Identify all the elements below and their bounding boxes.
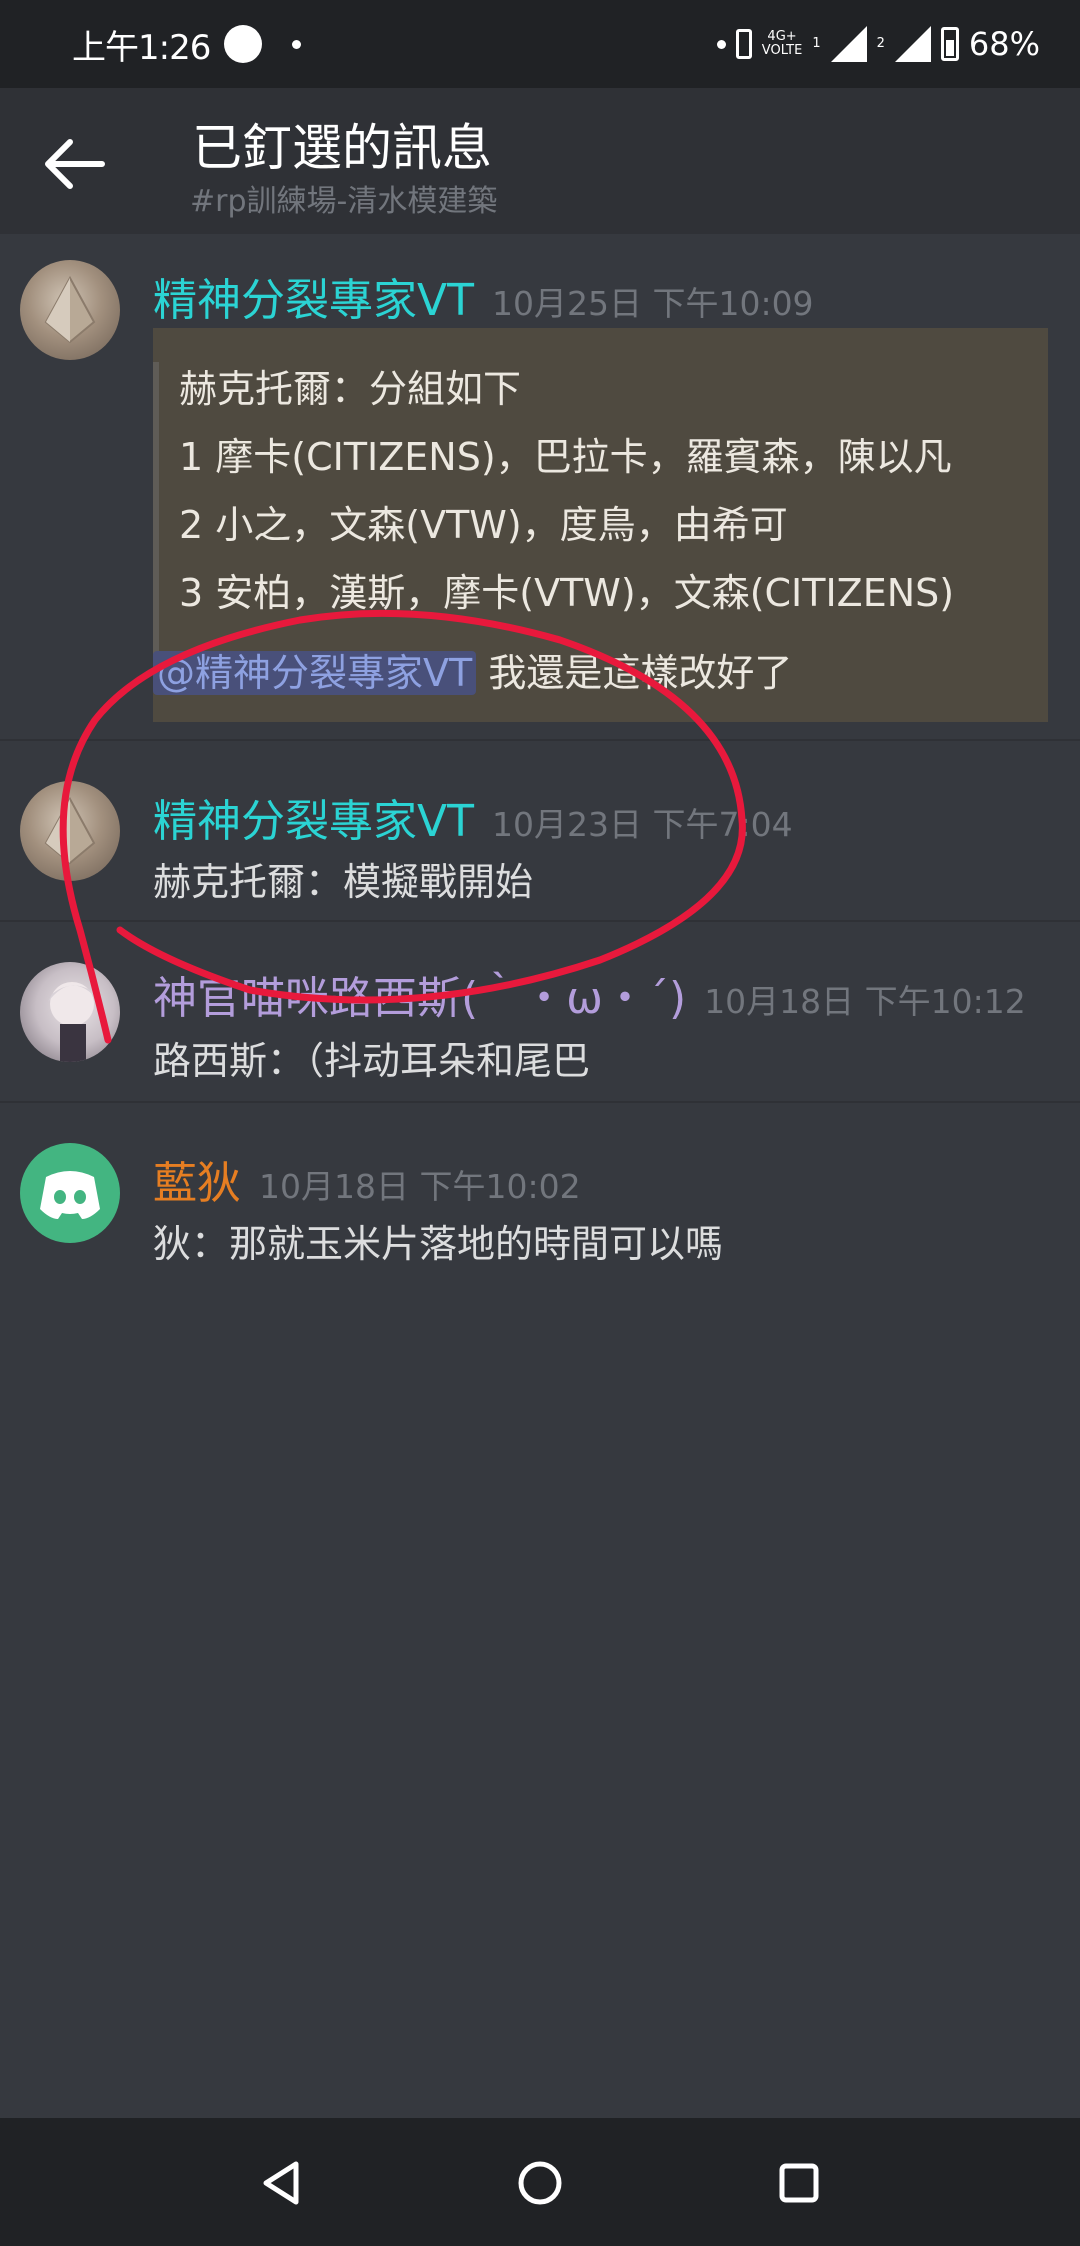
message-author[interactable]: 精神分裂專家VT 10月25日 下午10:09	[153, 264, 814, 328]
message-text: 狄：那就玉米片落地的時間可以嗎	[153, 1222, 724, 1266]
username[interactable]: 神官喵咪路西斯(｀・ω・´)	[153, 973, 686, 1024]
message-author[interactable]: 神官喵咪路西斯(｀・ω・´) 10月18日 下午10:12	[153, 962, 1026, 1026]
username[interactable]: 藍狄	[153, 1158, 241, 1209]
message-text: 赫克托爾：模擬戰開始	[153, 860, 534, 904]
quote-bar	[153, 362, 159, 662]
small-dot-icon	[716, 39, 726, 49]
page-title: 已釘選的訊息	[192, 119, 492, 177]
quote-line: 1 摩卡(CITIZENS)，巴拉卡，羅賓森，陳以凡	[179, 435, 952, 479]
battery-icon	[940, 27, 959, 61]
network-type: 4G+	[767, 29, 797, 44]
pinned-message[interactable]: 藍狄 10月18日 下午10:02 狄：那就玉米片落地的時間可以嗎	[0, 1103, 1080, 1303]
navigation-bar	[0, 2118, 1080, 2246]
message-author[interactable]: 精神分裂專家VT 10月23日 下午7:04	[153, 785, 793, 849]
battery-percent: 68%	[968, 25, 1040, 63]
pinned-message[interactable]: 精神分裂專家VT 10月23日 下午7:04 赫克托爾：模擬戰開始	[0, 741, 1080, 921]
status-icons: 4G+ VOLTE 1 2 68%	[716, 25, 1040, 63]
stone-sculpture-image	[44, 275, 96, 344]
quote-line: 2 小之，文森(VTW)，度鳥，由希可	[179, 503, 788, 547]
sim1-label: 1	[812, 36, 821, 51]
sim2-label: 2	[876, 36, 885, 51]
message-text: 路西斯：（抖动耳朵和尾巴	[153, 1039, 591, 1083]
notification-dot-icon	[224, 25, 263, 63]
message-text: 我還是這樣改好了	[488, 651, 793, 695]
square-recents-icon[interactable]	[762, 2146, 836, 2220]
status-time: 上午1:26	[72, 27, 211, 68]
status-bar: 上午1:26 4G+ VOLTE 1 2 68%	[0, 0, 1080, 88]
arrow-left-icon[interactable]	[40, 134, 110, 194]
username[interactable]: 精神分裂專家VT	[153, 275, 474, 326]
quote-line: 赫克托爾：分組如下	[179, 367, 522, 411]
timestamp: 10月18日 下午10:12	[704, 982, 1026, 1021]
username[interactable]: 精神分裂專家VT	[153, 796, 474, 847]
message-quote-block: 赫克托爾：分組如下 1 摩卡(CITIZENS)，巴拉卡，羅賓森，陳以凡 2 小…	[153, 328, 1048, 722]
avatar[interactable]	[20, 962, 120, 1062]
user-mention[interactable]: @精神分裂專家VT	[153, 651, 477, 695]
avatar[interactable]	[20, 260, 120, 360]
avatar[interactable]	[20, 781, 120, 881]
signal-icon	[830, 26, 867, 62]
quote-line: 3 安柏，漢斯，摩卡(VTW)，文森(CITIZENS)	[179, 571, 955, 615]
triangle-back-icon[interactable]	[244, 2146, 318, 2220]
header: 已釘選的訊息 #rp訓練場-清水模建築	[0, 88, 1080, 234]
pinned-message[interactable]: 精神分裂專家VT 10月25日 下午10:09 赫克托爾：分組如下 1 摩卡(CI…	[0, 234, 1080, 740]
volte-label: VOLTE	[761, 43, 803, 58]
channel-name: #rp訓練場-清水模建築	[190, 184, 498, 219]
stone-sculpture-image	[44, 796, 96, 865]
pinned-message[interactable]: 神官喵咪路西斯(｀・ω・´) 10月18日 下午10:12 路西斯：（抖动耳朵和尾…	[0, 922, 1080, 1102]
network-indicator: 4G+ VOLTE	[762, 30, 803, 58]
timestamp: 10月25日 下午10:09	[491, 284, 814, 323]
small-dot-icon	[292, 39, 302, 49]
signal-icon	[894, 26, 931, 62]
timestamp: 10月18日 下午10:02	[259, 1167, 581, 1206]
timestamp: 10月23日 下午7:04	[491, 805, 793, 844]
discord-logo-icon	[40, 1171, 100, 1219]
message-text-line: @精神分裂專家VT 我還是這樣改好了	[153, 642, 792, 697]
circle-home-icon[interactable]	[503, 2146, 577, 2220]
anime-character-image	[48, 982, 98, 1062]
vibrate-icon	[735, 29, 752, 59]
avatar[interactable]	[20, 1143, 120, 1243]
message-author[interactable]: 藍狄 10月18日 下午10:02	[153, 1147, 581, 1211]
